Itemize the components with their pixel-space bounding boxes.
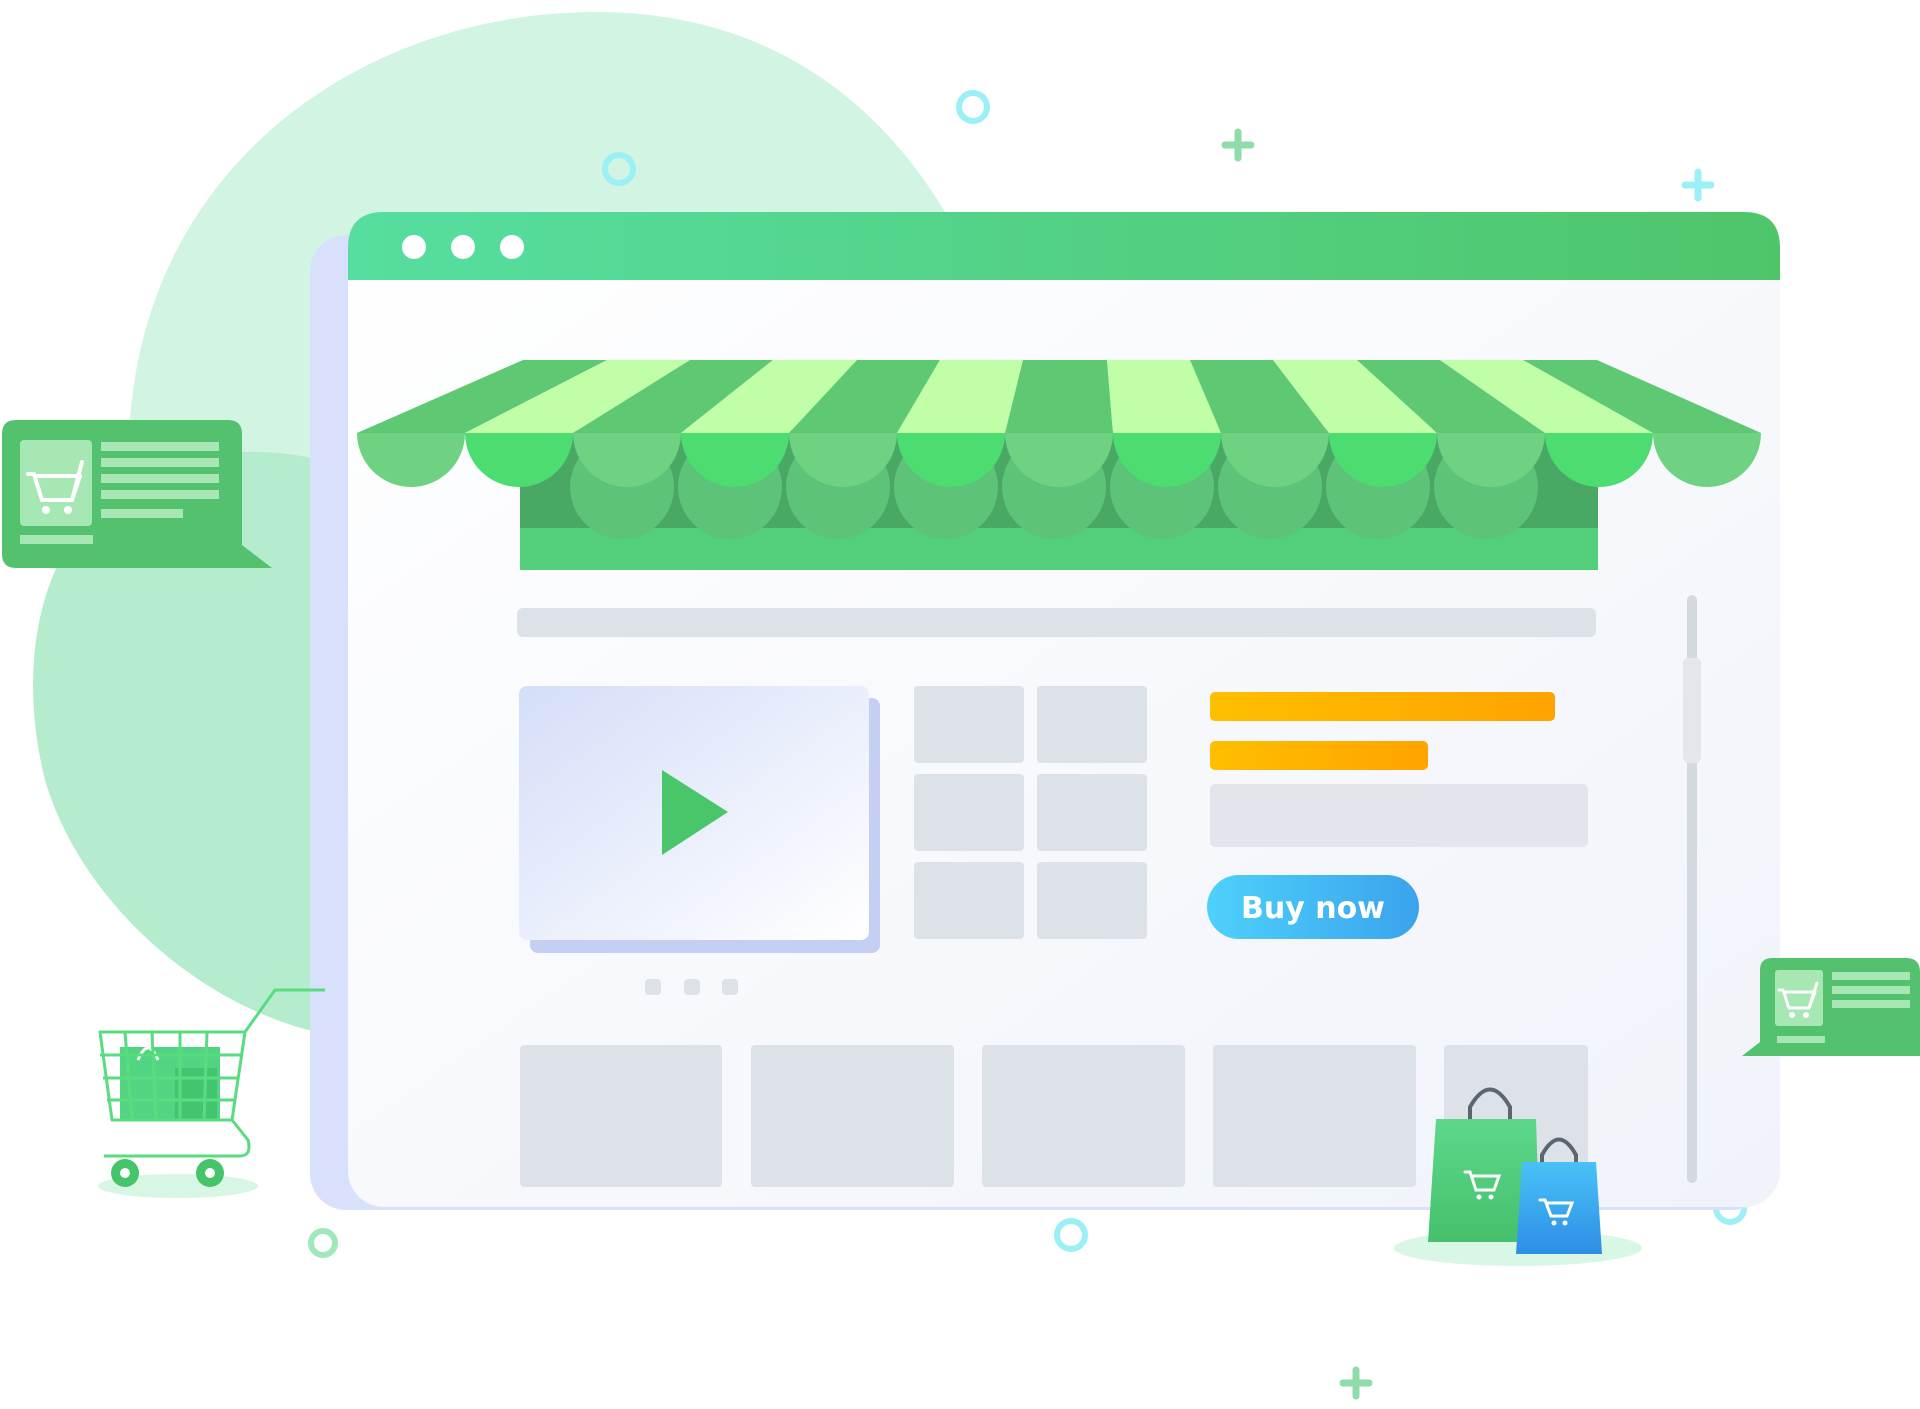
chat-bubble-right: [1742, 958, 1920, 1056]
plus-decoration: [1221, 128, 1255, 162]
thumbnail[interactable]: [914, 686, 1024, 763]
window-control-dot[interactable]: [402, 235, 426, 259]
product-card[interactable]: [1213, 1045, 1416, 1187]
search-bar-placeholder[interactable]: [517, 608, 1596, 637]
thumbnail[interactable]: [1037, 774, 1147, 851]
buy-now-button[interactable]: Buy now: [1207, 875, 1419, 939]
chat-bubble-right-thumb: [1775, 970, 1823, 1026]
carousel-dot[interactable]: [722, 979, 738, 995]
thumbnail[interactable]: [914, 862, 1024, 939]
thumbnail[interactable]: [1037, 862, 1147, 939]
scrollbar-thumb[interactable]: [1683, 658, 1701, 763]
product-price-bar: [1210, 741, 1428, 770]
window-control-dot[interactable]: [500, 235, 524, 259]
product-card[interactable]: [520, 1045, 722, 1187]
browser-title-bar: [348, 212, 1780, 280]
awning-stripes: [357, 360, 1761, 433]
product-card[interactable]: [751, 1045, 954, 1187]
buy-now-button-label[interactable]: Buy now: [1241, 891, 1385, 926]
chat-bubble-left: [2, 420, 272, 568]
bag-body: [1516, 1162, 1602, 1254]
product-card[interactable]: [982, 1045, 1185, 1187]
cart-wheel-hub: [205, 1168, 215, 1178]
ring-decoration: [956, 90, 990, 124]
thumbnail[interactable]: [914, 774, 1024, 851]
chat-bubble-left-thumb: [20, 440, 92, 526]
video-player[interactable]: [519, 686, 880, 953]
ecommerce-illustration: Buy now: [2, 11, 1920, 1400]
ring-decoration: [308, 1228, 338, 1258]
carousel-dot[interactable]: [684, 979, 700, 995]
ring-decoration: [1054, 1218, 1088, 1252]
store-awning: [357, 360, 1761, 570]
product-description-placeholder: [1210, 784, 1588, 847]
window-control-dot[interactable]: [451, 235, 475, 259]
carousel-dot[interactable]: [645, 979, 661, 995]
plus-decoration: [1681, 168, 1715, 202]
cart-wheel-hub: [120, 1168, 130, 1178]
thumbnail[interactable]: [1037, 686, 1147, 763]
carousel-dots: [645, 979, 738, 995]
plus-decoration: [1339, 1366, 1373, 1400]
product-title-bar: [1210, 692, 1555, 721]
